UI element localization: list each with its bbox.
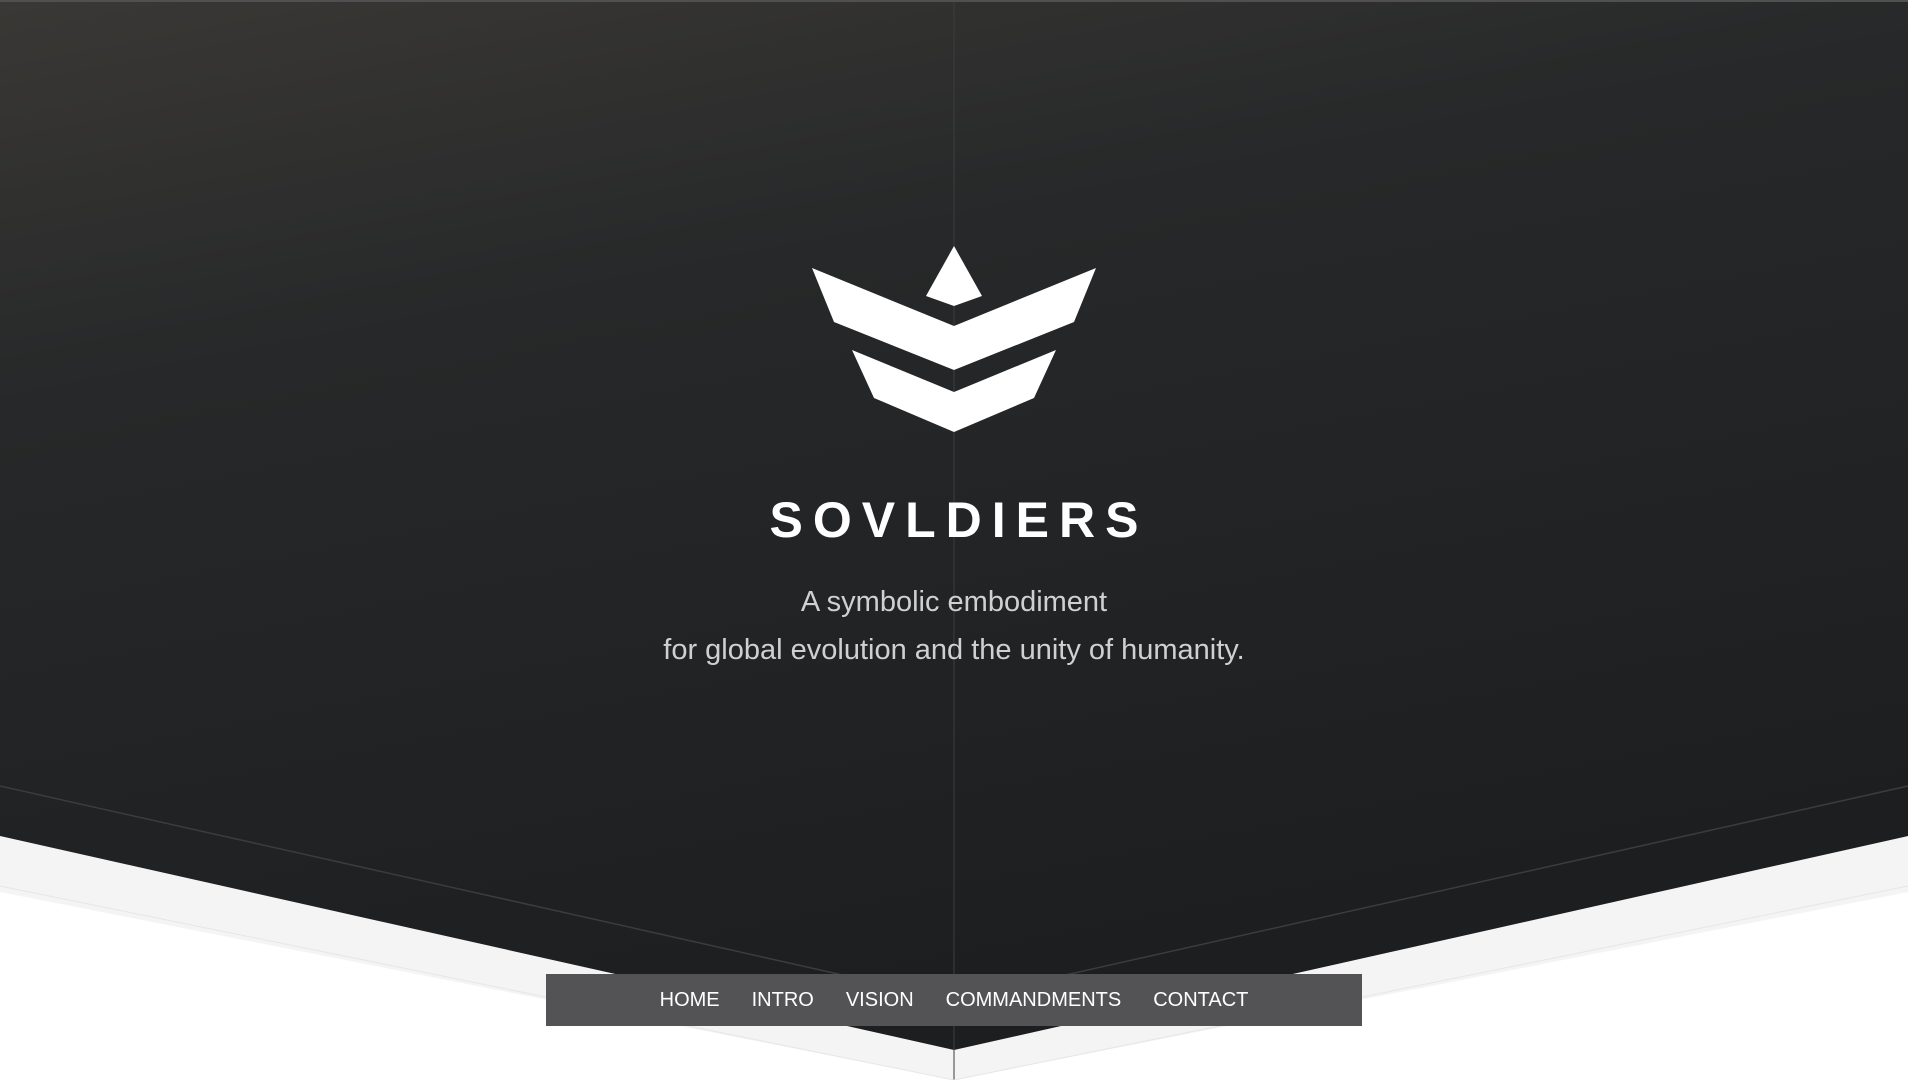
- nav-intro[interactable]: INTRO: [752, 974, 814, 1026]
- nav-commandments[interactable]: COMMANDMENTS: [946, 974, 1122, 1026]
- nav-contact[interactable]: CONTACT: [1153, 974, 1248, 1026]
- tagline-line-2: for global evolution and the unity of hu…: [663, 634, 1245, 666]
- main-nav: HOME INTRO VISION COMMANDMENTS CONTACT: [546, 974, 1362, 1026]
- site-title: SOVLDIERS: [769, 492, 1149, 548]
- tagline-line-1: A symbolic embodiment: [800, 586, 1108, 618]
- top-edge-line: [0, 0, 1908, 2]
- landing-page: SOVLDIERS A symbolic embodiment for glob…: [0, 0, 1908, 1080]
- nav-vision[interactable]: VISION: [846, 974, 914, 1026]
- crown-chevron-logo-icon: [812, 246, 1096, 432]
- nav-home[interactable]: HOME: [660, 974, 720, 1026]
